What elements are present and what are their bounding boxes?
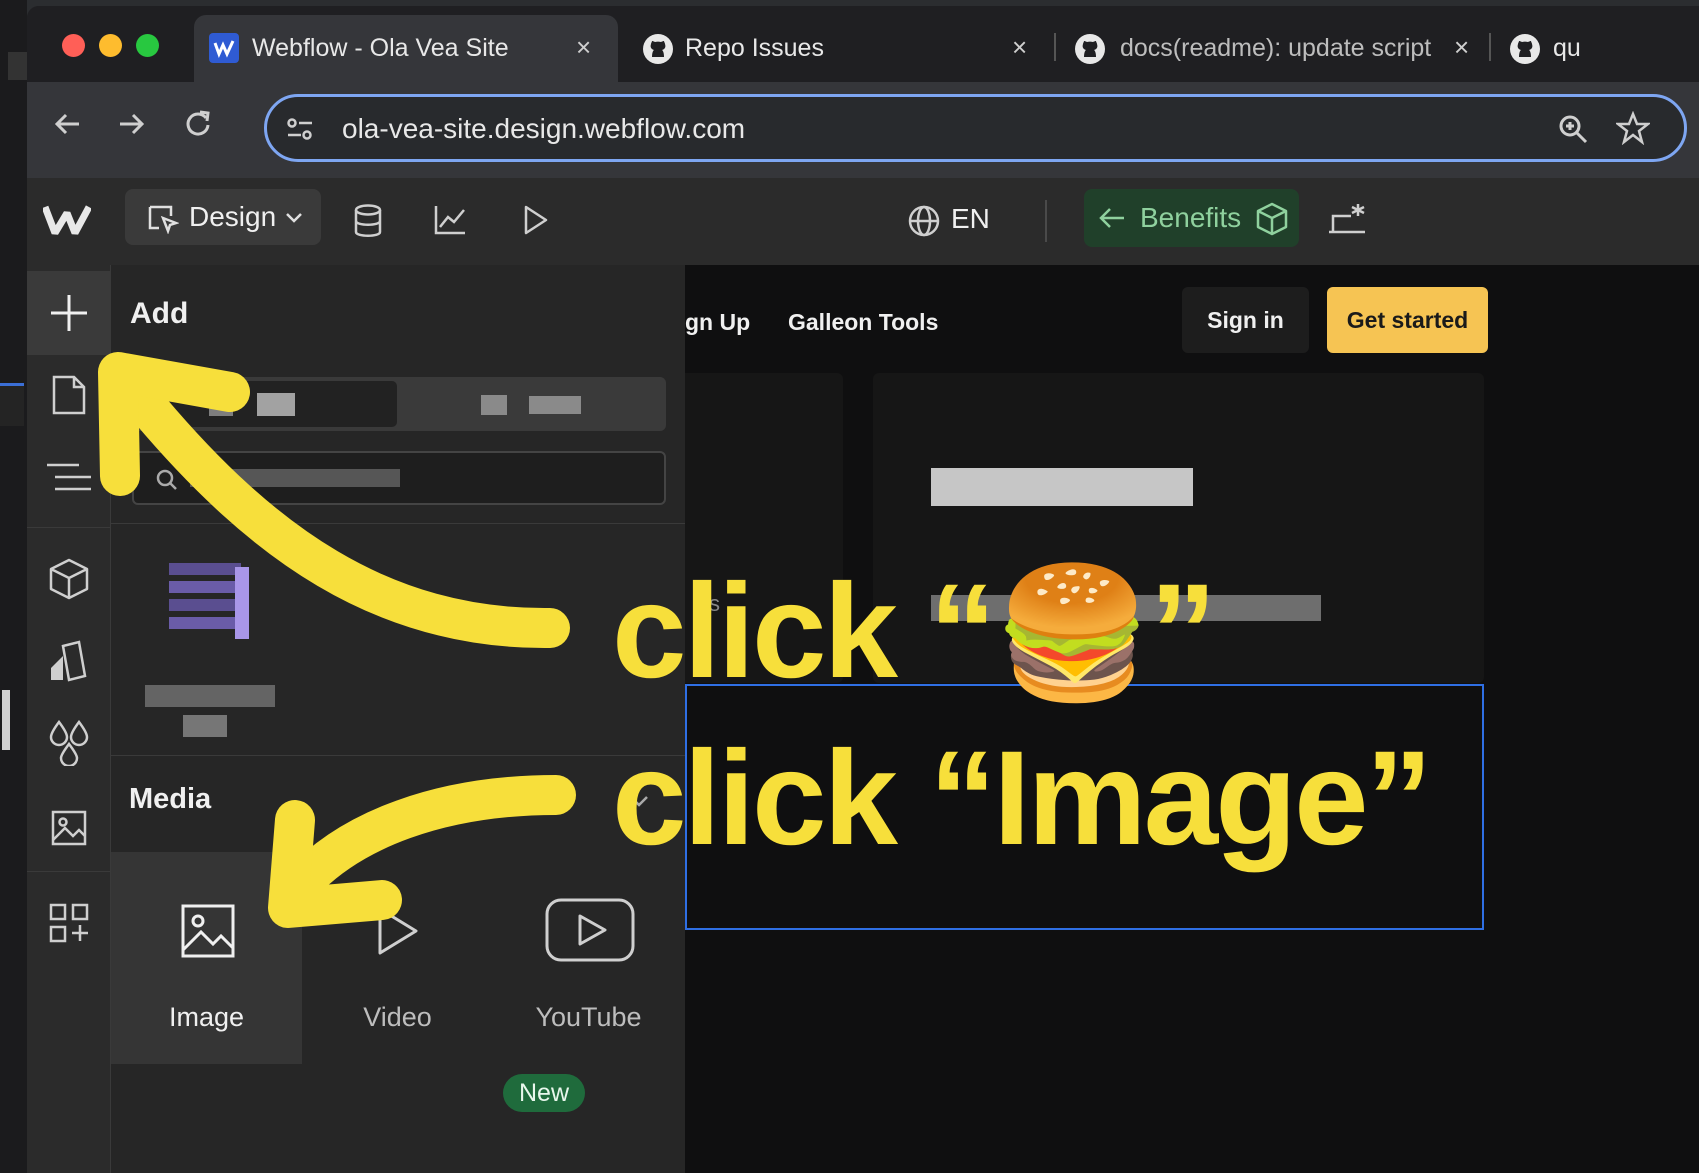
arrow-to-image-item [280,775,576,905]
callout-text: click “ [612,557,996,706]
burger-emoji: 🍔 [993,562,1152,705]
callout-click-image: click “Image” [612,724,1433,873]
arrow-to-add-button [130,390,570,649]
callout-click-burger: click “🍔” [612,555,1217,709]
callout-text: ” [1149,557,1217,706]
